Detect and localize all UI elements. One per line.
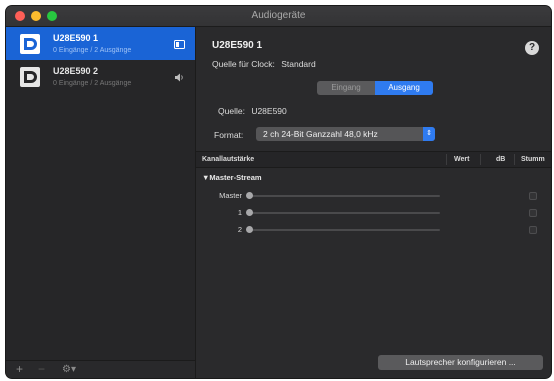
display-output-icon <box>174 40 185 49</box>
channel-table-header: Kanallautstärke Wert dB Stumm <box>196 151 551 168</box>
channel-label-master: Master <box>219 191 242 200</box>
format-value: 2 ch 24-Bit Ganzzahl 48,0 kHz <box>263 129 378 139</box>
master-mute-checkbox[interactable] <box>529 192 537 200</box>
clock-source-row: Quelle für Clock: Standard <box>212 59 316 69</box>
channel-2-volume-slider[interactable] <box>248 229 440 231</box>
channel-1-volume-slider[interactable] <box>248 212 440 214</box>
source-label: Quelle: <box>218 106 245 116</box>
add-device-button[interactable]: + <box>16 362 23 376</box>
channel-2-mute-checkbox[interactable] <box>529 226 537 234</box>
column-mute[interactable]: Stumm <box>521 156 545 163</box>
channel-label-1: 1 <box>237 208 242 217</box>
select-arrows-icon: ⇕ <box>423 127 435 141</box>
tab-input[interactable]: Eingang <box>317 81 375 95</box>
channel-label-2: 2 <box>237 225 242 234</box>
gear-menu-button[interactable]: ⚙▾ <box>62 364 76 375</box>
column-volume[interactable]: Kanallautstärke <box>202 156 254 163</box>
column-value[interactable]: Wert <box>454 156 469 163</box>
channel-2-volume-knob[interactable] <box>246 226 253 233</box>
sidebar-toolbar: + − ⚙▾ <box>6 360 195 378</box>
title-bar: Audiogeräte <box>6 6 551 27</box>
device-detail-pane: U28E590 1 ? Quelle für Clock: Standard E… <box>196 27 551 378</box>
device-name: U28E590 2 <box>53 66 99 76</box>
source-row: Quelle: U28E590 <box>218 106 287 116</box>
device-title: U28E590 1 <box>212 40 263 51</box>
clock-source-value: Standard <box>281 59 316 69</box>
audio-devices-window: Audiogeräte U28E590 1 0 Eingänge / 2 Aus… <box>6 6 551 378</box>
device-io-count: 0 Eingänge / 2 Ausgänge <box>53 47 132 54</box>
device-item-1[interactable]: U28E590 1 0 Eingänge / 2 Ausgänge <box>6 27 195 60</box>
io-segmented-control: Eingang Ausgang <box>317 81 433 95</box>
source-value: U28E590 <box>251 106 287 116</box>
window-title: Audiogeräte <box>251 10 306 21</box>
displayport-icon <box>20 67 40 87</box>
help-button[interactable]: ? <box>525 41 539 55</box>
master-stream-group[interactable]: ▼Master-Stream <box>202 173 262 182</box>
master-volume-slider[interactable] <box>248 195 440 197</box>
master-volume-knob[interactable] <box>246 192 253 199</box>
remove-device-button[interactable]: − <box>38 362 45 376</box>
configure-speakers-button[interactable]: Lautsprecher konfigurieren ... <box>378 355 543 370</box>
format-select[interactable]: 2 ch 24-Bit Ganzzahl 48,0 kHz ⇕ <box>256 127 435 141</box>
device-list: U28E590 1 0 Eingänge / 2 Ausgänge U28E59… <box>6 27 196 378</box>
speaker-icon <box>175 73 183 82</box>
device-item-2[interactable]: U28E590 2 0 Eingänge / 2 Ausgänge <box>6 60 195 93</box>
channel-1-mute-checkbox[interactable] <box>529 209 537 217</box>
channel-1-volume-knob[interactable] <box>246 209 253 216</box>
device-io-count: 0 Eingänge / 2 Ausgänge <box>53 80 132 87</box>
clock-source-label: Quelle für Clock: <box>212 59 275 69</box>
displayport-icon <box>20 34 40 54</box>
device-name: U28E590 1 <box>53 33 99 43</box>
column-db[interactable]: dB <box>496 156 505 163</box>
format-label: Format: <box>214 130 244 140</box>
tab-output[interactable]: Ausgang <box>375 81 433 95</box>
